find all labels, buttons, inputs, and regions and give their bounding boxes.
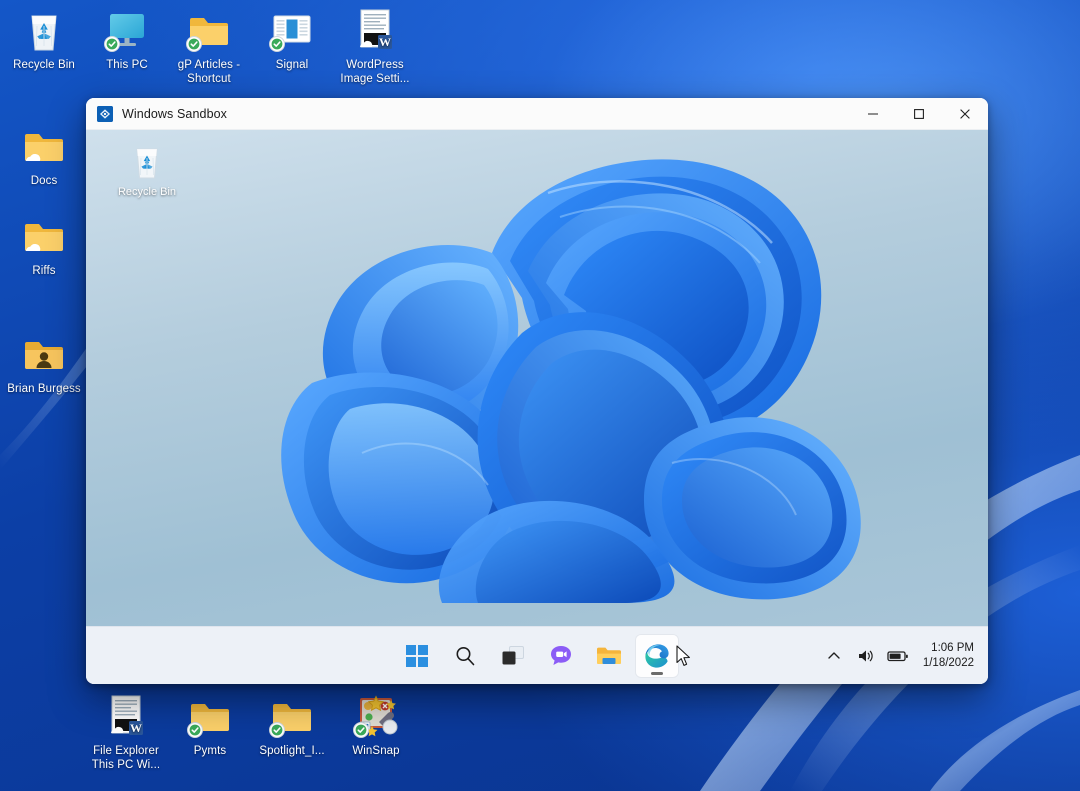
shortcut-check-icon xyxy=(187,722,203,738)
shortcut-check-icon xyxy=(269,36,285,52)
desktop-icon-spotlight-images[interactable]: Spotlight_I... xyxy=(250,692,334,759)
sandbox-icon-label: Recycle Bin xyxy=(104,186,190,199)
sandbox-taskbar[interactable]: 1:06 PM 1/18/2022 xyxy=(86,626,988,684)
desktop-icon-label: Recycle Bin xyxy=(2,59,86,73)
word-doc-icon: W xyxy=(351,6,399,54)
clock-date: 1/18/2022 xyxy=(923,656,974,671)
taskbar-button-group xyxy=(396,635,678,677)
desktop-icon-gp-articles[interactable]: gP Articles - Shortcut xyxy=(167,6,251,86)
task-view-button[interactable] xyxy=(492,635,534,677)
chat-button[interactable] xyxy=(540,635,582,677)
search-button[interactable] xyxy=(444,635,486,677)
desktop-icon-label: File Explorer This PC Wi... xyxy=(84,745,168,772)
maximize-icon xyxy=(913,108,925,120)
desktop-icon-pymts[interactable]: Pymts xyxy=(168,692,252,759)
search-icon xyxy=(454,645,476,667)
desktop-icon-label: This PC xyxy=(85,59,169,73)
shortcut-check-icon xyxy=(104,36,120,52)
this-pc-icon xyxy=(103,6,151,54)
sandbox-desktop[interactable]: Recycle Bin xyxy=(86,130,988,626)
speaker-icon xyxy=(857,648,875,664)
battery-icon xyxy=(887,649,909,663)
shortcut-check-icon xyxy=(269,722,285,738)
shortcut-check-icon xyxy=(353,722,369,738)
start-button[interactable] xyxy=(396,635,438,677)
battery-button[interactable] xyxy=(887,645,909,667)
maximize-button[interactable] xyxy=(896,98,942,130)
task-view-icon xyxy=(501,645,525,667)
folder-cloud-icon xyxy=(20,122,68,170)
desktop-icon-this-pc[interactable]: This PC xyxy=(85,6,169,73)
desktop-icon-label: WordPress Image Setti... xyxy=(333,59,417,86)
chevron-up-icon xyxy=(827,649,841,663)
desktop-icon-label: WinSnap xyxy=(334,745,418,759)
windows-sandbox-icon xyxy=(97,106,113,122)
windows-sandbox-window[interactable]: Windows Sandbox xyxy=(86,98,988,684)
host-desktop[interactable]: Recycle Bin This PC gP Articles - Shortc… xyxy=(0,0,1080,791)
file-explorer-button[interactable] xyxy=(588,635,630,677)
desktop-icon-label: Riffs xyxy=(2,265,86,279)
system-tray: 1:06 PM 1/18/2022 xyxy=(823,641,988,671)
folder-icon xyxy=(186,692,234,740)
desktop-icon-signal[interactable]: Signal xyxy=(250,6,334,73)
minimize-button[interactable] xyxy=(850,98,896,130)
window-controls xyxy=(850,98,988,130)
folder-user-icon xyxy=(20,330,68,378)
desktop-icon-file-explorer[interactable]: W File Explorer This PC Wi... xyxy=(84,692,168,772)
desktop-icon-riffs[interactable]: Riffs xyxy=(2,212,86,279)
shortcut-check-icon xyxy=(186,36,202,52)
windows-logo-icon xyxy=(406,645,428,667)
winsnap-icon xyxy=(352,692,400,740)
desktop-icon-label: gP Articles - Shortcut xyxy=(167,59,251,86)
show-hidden-icons-button[interactable] xyxy=(823,645,845,667)
edge-button[interactable] xyxy=(636,635,678,677)
desktop-icon-label: Docs xyxy=(2,175,86,189)
folder-icon xyxy=(185,6,233,54)
svg-text:W: W xyxy=(379,35,391,49)
desktop-icon-label: Pymts xyxy=(168,745,252,759)
window-titlebar[interactable]: Windows Sandbox xyxy=(86,98,988,130)
chat-icon xyxy=(549,644,573,668)
close-icon xyxy=(959,108,971,120)
window-title: Windows Sandbox xyxy=(122,107,227,121)
folder-icon xyxy=(596,645,622,667)
svg-text:W: W xyxy=(130,721,142,735)
taskbar-clock[interactable]: 1:06 PM 1/18/2022 xyxy=(919,641,974,671)
desktop-icon-docs[interactable]: Docs xyxy=(2,122,86,189)
desktop-icon-winsnap[interactable]: WinSnap xyxy=(334,692,418,759)
recycle-bin-icon xyxy=(126,140,168,182)
volume-button[interactable] xyxy=(855,645,877,667)
folder-cloud-icon xyxy=(20,212,68,260)
sandbox-icon-recycle-bin[interactable]: Recycle Bin xyxy=(104,140,190,199)
desktop-icon-label: Brian Burgess xyxy=(2,383,86,397)
desktop-icon-recycle-bin[interactable]: Recycle Bin xyxy=(2,6,86,73)
close-button[interactable] xyxy=(942,98,988,130)
folder-icon xyxy=(268,692,316,740)
desktop-icon-wordpress-image[interactable]: W WordPress Image Setti... xyxy=(333,6,417,86)
recycle-bin-icon xyxy=(20,6,68,54)
word-doc-icon: W xyxy=(102,692,150,740)
minimize-icon xyxy=(867,108,879,120)
edge-icon xyxy=(643,642,671,670)
desktop-icon-label: Spotlight_I... xyxy=(250,745,334,759)
desktop-icon-brian-burgess[interactable]: Brian Burgess xyxy=(2,330,86,397)
clock-time: 1:06 PM xyxy=(923,641,974,656)
bloom-wallpaper xyxy=(192,133,882,603)
edge-active-indicator xyxy=(651,672,663,675)
signal-icon xyxy=(268,6,316,54)
desktop-icon-label: Signal xyxy=(250,59,334,73)
